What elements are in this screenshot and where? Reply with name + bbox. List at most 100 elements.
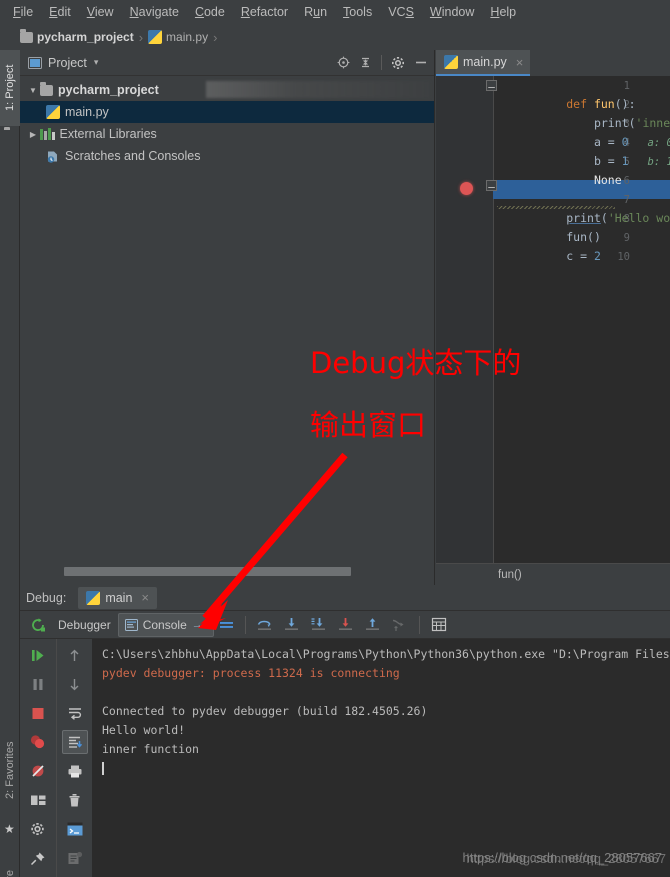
code-token: 1 <box>621 154 629 168</box>
python-file-icon <box>148 30 163 44</box>
menu-item-navigate[interactable]: Navigate <box>123 2 186 22</box>
breadcrumb-separator: › <box>138 29 144 45</box>
run-to-cursor-icon[interactable] <box>387 617 413 632</box>
hide-panel-icon[interactable] <box>414 56 428 69</box>
breadcrumb-project[interactable]: pycharm_project <box>20 28 134 44</box>
editor-tab-main-py[interactable]: main.py × <box>436 50 531 76</box>
debug-session-tab-main[interactable]: main × <box>78 586 157 609</box>
tree-item-external-libraries[interactable]: ▶ External Libraries <box>20 123 434 145</box>
menu-item-help[interactable]: Help <box>483 2 523 22</box>
chevron-collapsed-icon[interactable]: ▶ <box>26 130 40 139</box>
layout-settings-icon[interactable] <box>25 788 51 812</box>
soft-wrap-icon[interactable] <box>62 701 88 725</box>
code-text[interactable]: def fun(): print('inner function') a = 0… <box>497 76 670 585</box>
sidebar-tab-favorites[interactable]: 2: Favorites <box>0 722 20 818</box>
sidebar-tab-structure[interactable]: ture <box>0 850 20 877</box>
tab-debugger[interactable]: Debugger <box>52 613 117 637</box>
code-line-5: None <box>497 152 622 187</box>
tree-item-main-py[interactable]: main.py <box>20 101 434 123</box>
sidebar-tab-project[interactable]: 1: Project <box>0 50 20 126</box>
menu-item-refactor[interactable]: Refactor <box>234 2 295 22</box>
fold-collapse-icon[interactable]: ⚊ <box>486 80 497 91</box>
inline-debug-hint: b: 1 <box>628 156 670 168</box>
scrollbar-thumb[interactable] <box>64 567 351 576</box>
tree-item-scratches-and-consoles[interactable]: Scratches and Consoles <box>20 145 434 167</box>
terminal-icon[interactable] <box>62 817 88 841</box>
tab-debugger-label: Debugger <box>58 617 111 632</box>
step-into-icon[interactable] <box>279 617 305 632</box>
debug-side-rails <box>20 639 92 877</box>
mute-breakpoints-icon[interactable] <box>25 759 51 783</box>
menu-item-view[interactable]: View <box>80 2 121 22</box>
tab-console[interactable]: Console →• <box>117 612 214 637</box>
stop-icon[interactable] <box>25 701 51 725</box>
pin-icon[interactable] <box>25 846 51 870</box>
pin-tab-icon[interactable]: →• <box>192 619 207 631</box>
fold-collapse-icon-2[interactable]: ⚊ <box>486 180 497 191</box>
menu-item-edit[interactable]: Edit <box>42 2 78 22</box>
console-output[interactable]: C:\Users\zhbhu\AppData\Local\Programs\Py… <box>92 639 670 877</box>
print-icon[interactable] <box>62 759 88 783</box>
view-breakpoints-icon[interactable] <box>25 730 51 754</box>
menu-item-run[interactable]: Run <box>297 2 334 22</box>
tab-console-label: Console <box>142 617 187 632</box>
step-out-icon[interactable] <box>360 617 386 632</box>
code-token: c = <box>566 249 594 263</box>
code-token: ( <box>600 211 608 225</box>
breadcrumb-file-label: main.py <box>166 30 209 44</box>
resume-program-icon[interactable] <box>25 643 51 667</box>
mute-breakpoints-icon[interactable] <box>215 618 239 632</box>
console-line: pydev debugger: process 11324 is connect… <box>102 666 400 680</box>
code-line-8: fun() <box>497 209 601 244</box>
python-run-icon <box>86 590 101 605</box>
chevron-expanded-icon[interactable]: ▼ <box>26 86 40 95</box>
console-caret <box>102 759 670 778</box>
scroll-down-icon[interactable] <box>62 672 88 696</box>
step-over-icon[interactable] <box>252 617 278 632</box>
menu-item-tools[interactable]: Tools <box>336 2 379 22</box>
editor-gutter[interactable] <box>436 76 493 585</box>
trash-icon[interactable] <box>62 788 88 812</box>
watermark-text-overlay: https://blog.csdn.net/qq_28057667 <box>466 851 667 866</box>
menu-item-window[interactable]: Window <box>423 2 481 22</box>
step-out-of-icon[interactable] <box>333 617 359 632</box>
annotation-line-2: 输出窗口 <box>310 408 427 442</box>
toolbar-divider <box>244 615 246 634</box>
editor-breadcrumb-bar[interactable]: fun() <box>436 563 670 585</box>
code-editor[interactable]: 1 2 3 4 5 6 7 8 9 10 ⚊ ⚊ def fun(): prin… <box>436 76 670 585</box>
console-line: C:\Users\zhbhu\AppData\Local\Programs\Py… <box>102 647 670 661</box>
tree-item-pycharm-project[interactable]: ▼ pycharm_project <box>20 79 434 101</box>
locate-icon[interactable] <box>337 56 350 69</box>
debug-tool-window: Debug: main × Debugger Console →• C:\Use… <box>20 585 670 877</box>
menu-item-vcs[interactable]: VCS <box>381 2 421 22</box>
annotate-icon[interactable] <box>62 846 88 870</box>
python-file-icon <box>444 55 458 69</box>
gutter-divider <box>493 76 494 585</box>
debug-rail-right <box>56 639 92 877</box>
editor-tab-bar: main.py × <box>436 50 670 76</box>
pause-program-icon[interactable] <box>25 672 51 696</box>
folder-icon <box>40 81 53 96</box>
code-line-3: a = 0 a: 0 <box>497 114 670 149</box>
collapse-all-icon[interactable] <box>359 56 372 69</box>
force-step-into-icon[interactable] <box>306 617 332 632</box>
evaluate-expression-icon[interactable] <box>426 617 452 632</box>
close-icon[interactable]: × <box>516 55 524 70</box>
close-icon[interactable]: × <box>141 590 149 605</box>
project-panel-horizontal-scrollbar[interactable] <box>44 567 424 576</box>
rerun-icon[interactable] <box>25 617 51 633</box>
chevron-down-icon[interactable]: ▾ <box>94 57 99 68</box>
scroll-up-icon[interactable] <box>62 643 88 667</box>
breadcrumb-file[interactable]: main.py <box>148 30 208 44</box>
gear-icon[interactable] <box>25 817 51 841</box>
gear-icon[interactable] <box>391 56 405 70</box>
annotation-line-1: Debug状态下的 <box>310 346 522 380</box>
debug-toolbar: Debugger Console →• <box>20 611 670 639</box>
menu-item-file[interactable]: File <box>6 2 40 22</box>
menu-item-code[interactable]: Code <box>188 2 232 22</box>
console-icon <box>124 618 138 631</box>
breakpoint-marker[interactable] <box>460 182 473 195</box>
debug-rail-left <box>20 639 56 877</box>
scroll-to-end-icon[interactable] <box>61 730 88 754</box>
